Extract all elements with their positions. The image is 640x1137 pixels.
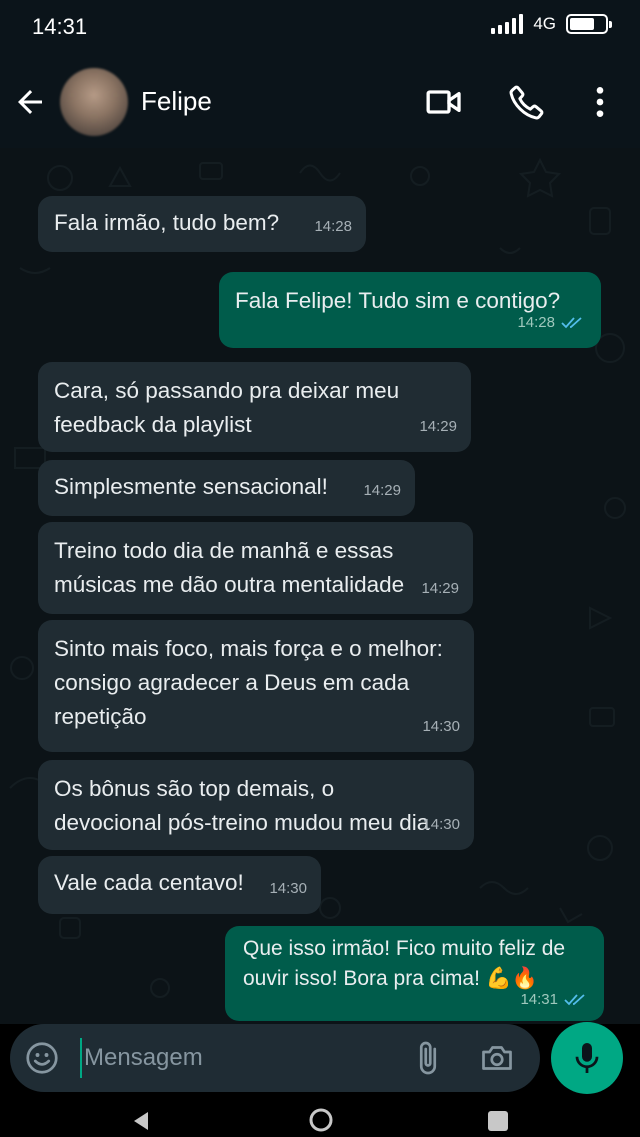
nav-home-icon[interactable] — [308, 1107, 334, 1133]
contact-avatar[interactable] — [60, 68, 128, 136]
message-text: Vale cada centavo! — [54, 870, 244, 895]
contact-name[interactable]: Felipe — [141, 86, 212, 117]
read-ticks-icon — [561, 317, 582, 329]
message-time: 14:28 — [517, 314, 555, 331]
message-outgoing[interactable]: Que isso irmão! Fico muito feliz de ouvi… — [225, 926, 604, 1021]
message-time: 14:30 — [269, 880, 307, 897]
message-meta: 14:30 — [422, 710, 460, 744]
message-meta: 14:29 — [363, 474, 401, 508]
message-text: Fala irmão, tudo bem? — [54, 210, 280, 235]
message-meta: 14:31 — [520, 985, 590, 1015]
message-text: Cara, só passando pra deixar meu feedbac… — [54, 378, 400, 437]
message-time: 14:30 — [422, 718, 460, 735]
mic-icon — [575, 1043, 599, 1073]
message-incoming[interactable]: Cara, só passando pra deixar meu feedbac… — [38, 362, 471, 452]
status-icons: 4G — [491, 14, 612, 34]
back-arrow-icon[interactable] — [12, 84, 48, 120]
message-incoming[interactable]: Os bônus são top demais, o devocional pó… — [38, 760, 474, 850]
message-meta: 14:30 — [422, 808, 460, 842]
message-meta: 14:29 — [419, 410, 457, 444]
emoji-icon[interactable] — [24, 1040, 60, 1076]
message-time: 14:29 — [363, 482, 401, 499]
read-ticks-icon — [564, 994, 585, 1006]
message-incoming[interactable]: Treino todo dia de manhã e essas músicas… — [38, 522, 473, 614]
video-call-icon[interactable] — [424, 82, 464, 122]
message-incoming[interactable]: Fala irmão, tudo bem? 14:28 — [38, 196, 366, 252]
message-incoming[interactable]: Sinto mais foco, mais força e o melhor: … — [38, 620, 474, 752]
message-meta: 14:28 — [517, 306, 587, 340]
mic-button[interactable] — [551, 1022, 623, 1094]
message-text: Sinto mais foco, mais força e o melhor: … — [54, 636, 443, 729]
message-incoming[interactable]: Vale cada centavo! 14:30 — [38, 856, 321, 914]
message-incoming[interactable]: Simplesmente sensacional! 14:29 — [38, 460, 415, 516]
message-text: Os bônus são top demais, o devocional pó… — [54, 776, 430, 835]
system-nav-bar — [0, 1102, 640, 1137]
message-meta: 14:30 — [269, 872, 307, 906]
network-type: 4G — [533, 14, 556, 33]
message-time: 14:30 — [422, 816, 460, 833]
message-meta: 14:28 — [314, 210, 352, 244]
message-input[interactable] — [80, 1038, 380, 1078]
nav-recents-icon[interactable] — [488, 1111, 508, 1131]
message-composer — [10, 1024, 540, 1092]
message-text: Simplesmente sensacional! — [54, 474, 328, 499]
message-outgoing[interactable]: Fala Felipe! Tudo sim e contigo? 14:28 — [219, 272, 601, 348]
battery-icon — [566, 14, 612, 34]
nav-back-icon[interactable] — [130, 1110, 152, 1132]
message-time: 14:29 — [421, 580, 459, 597]
voice-call-icon[interactable] — [507, 82, 547, 122]
camera-icon[interactable] — [478, 1040, 516, 1076]
status-time: 14:31 — [32, 14, 88, 39]
chat-header: Felipe — [0, 56, 640, 148]
message-time: 14:31 — [520, 991, 558, 1008]
status-bar: 14:31 4G — [0, 0, 640, 56]
attach-icon[interactable] — [410, 1040, 446, 1076]
more-options-icon[interactable] — [580, 82, 620, 122]
signal-icon — [491, 14, 524, 34]
chat-area[interactable]: Fala irmão, tudo bem? 14:28 Fala Felipe!… — [0, 148, 640, 1024]
message-meta: 14:29 — [421, 572, 459, 606]
message-time: 14:29 — [419, 418, 457, 435]
message-time: 14:28 — [314, 218, 352, 235]
message-text: Treino todo dia de manhã e essas músicas… — [54, 538, 405, 597]
